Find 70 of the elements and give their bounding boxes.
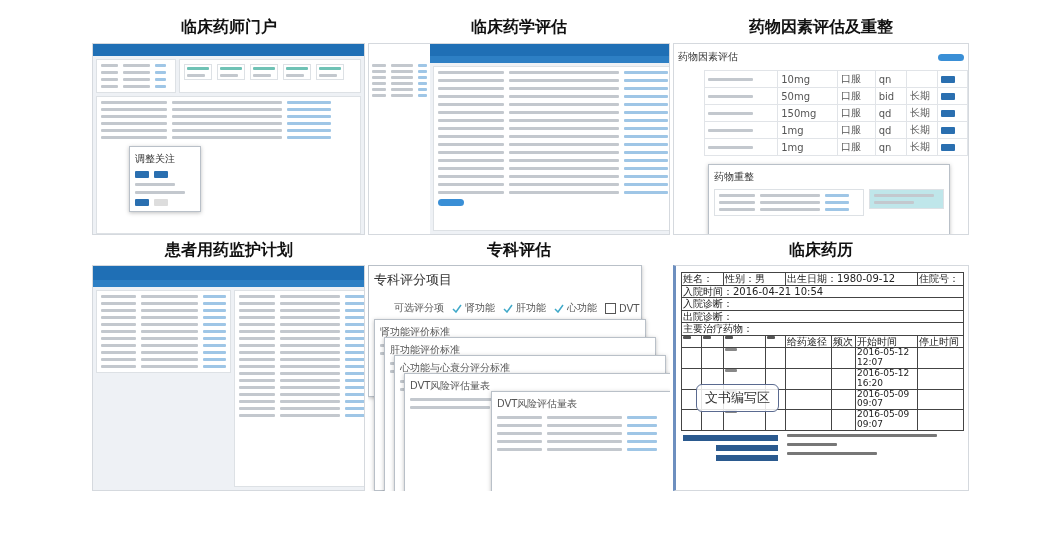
- table-cell: 出院诊断：: [681, 310, 964, 323]
- table-cell: 2016-05-09 09:07: [855, 389, 918, 410]
- column-header: 停止时间: [917, 335, 964, 348]
- dialog-title: 药物重整: [714, 170, 755, 184]
- option-label: DVT: [619, 302, 640, 314]
- table-cell: qd: [875, 104, 907, 122]
- check-icon[interactable]: [452, 303, 462, 313]
- table-cell: 口服: [837, 70, 876, 88]
- add-button[interactable]: [438, 199, 464, 206]
- dialog-title: 调整关注: [135, 152, 176, 166]
- option-label: 肝功能: [516, 301, 546, 315]
- table-cell: 2016-05-12 12:07: [855, 347, 918, 369]
- table-cell: 1mg: [777, 121, 838, 139]
- table-cell: 10mg: [777, 70, 838, 88]
- table-cell: 长期: [906, 87, 938, 105]
- section-title: 临床药师门户: [179, 17, 278, 38]
- table-cell: 2016-05-09 09:07: [855, 409, 918, 431]
- option-label: 心功能: [567, 301, 597, 315]
- edit-button[interactable]: [941, 126, 956, 134]
- tag-button[interactable]: [135, 171, 149, 178]
- table-cell: 口服: [837, 87, 876, 105]
- option-label: 肾功能: [465, 301, 495, 315]
- table-cell: 出生日期：1980-09-12: [785, 272, 918, 285]
- section-title: 患者用药监护计划: [163, 239, 294, 261]
- checkbox[interactable]: [605, 302, 616, 314]
- table-cell: 主要治疗药物：: [681, 322, 964, 335]
- table-cell: 入院诊断：: [681, 297, 964, 310]
- section-title: 专科评估: [486, 239, 552, 261]
- table-cell: 口服: [837, 121, 876, 139]
- dialog-title: 心功能与心衰分评分标准: [400, 361, 511, 375]
- column-header: 频次: [831, 335, 856, 348]
- table-cell: qn: [875, 70, 907, 88]
- section-title: 临床药历: [788, 239, 854, 261]
- table-cell: 口服: [837, 138, 876, 156]
- column-header: 开始时间: [855, 335, 918, 348]
- panel-title: 药物因素评估: [678, 50, 738, 64]
- table-cell: qn: [875, 138, 907, 156]
- table-cell: 2016-05-12 16:20: [855, 368, 918, 390]
- section-title: 临床药学评估: [470, 17, 568, 38]
- confirm-button[interactable]: [135, 199, 149, 206]
- check-icon[interactable]: [503, 303, 513, 313]
- add-button[interactable]: [938, 53, 964, 61]
- table-cell: 性别：男: [723, 272, 786, 285]
- table-cell: qd: [875, 121, 907, 139]
- options-label: 可选评分项: [394, 301, 444, 315]
- table-cell: 住院号：: [917, 272, 964, 285]
- section-title: 药物因素评估及重整: [748, 17, 894, 38]
- table-cell: bid: [875, 87, 907, 105]
- table-cell: 口服: [837, 104, 876, 122]
- callout-label: 文书编写区: [696, 384, 779, 412]
- table-cell: 长期: [906, 121, 938, 139]
- dialog-title: 肝功能评价标准: [390, 343, 461, 357]
- edit-button[interactable]: [941, 109, 956, 117]
- dialog-title: 专科评分项目: [374, 271, 453, 289]
- column-header: 给药途径: [785, 335, 832, 348]
- table-cell: 姓名：: [681, 272, 724, 285]
- tag-button[interactable]: [154, 171, 168, 178]
- table-cell: 入院时间：2016-04-21 10:54: [681, 285, 964, 298]
- edit-button[interactable]: [941, 92, 956, 100]
- dialog-title: DVT风险评估量表: [410, 379, 492, 393]
- table-cell: 长期: [906, 138, 938, 156]
- dialog-title: DVT风险评估量表: [497, 397, 579, 411]
- dialog-title: 肾功能评价标准: [380, 325, 451, 339]
- table-cell: 150mg: [777, 104, 838, 122]
- table-cell: 长期: [906, 104, 938, 122]
- table-cell: 1mg: [777, 138, 838, 156]
- edit-button[interactable]: [941, 143, 956, 151]
- check-icon[interactable]: [554, 303, 564, 313]
- edit-button[interactable]: [941, 75, 956, 83]
- table-cell: 50mg: [777, 87, 838, 105]
